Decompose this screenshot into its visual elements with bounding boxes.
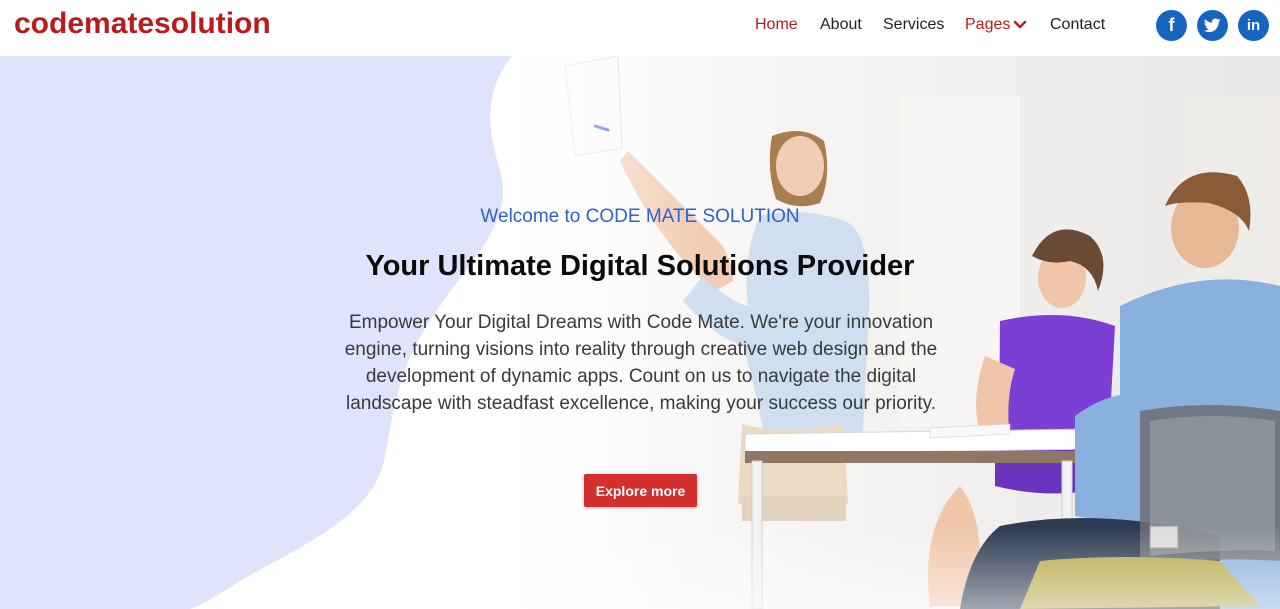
page: codematesolution Home About Services Pag… <box>0 0 1280 609</box>
hero-section: Welcome to CODE MATE SOLUTION Your Ultim… <box>0 56 1280 609</box>
navbar: codematesolution Home About Services Pag… <box>0 0 1280 56</box>
nav-item-pages[interactable]: Pages <box>965 16 1027 34</box>
twitter-icon[interactable] <box>1197 10 1228 41</box>
facebook-icon[interactable]: f <box>1156 10 1187 41</box>
linkedin-glyph: in <box>1246 17 1261 34</box>
brand-logo[interactable]: codematesolution <box>14 7 271 41</box>
linkedin-icon[interactable]: in <box>1238 10 1269 41</box>
nav-item-services[interactable]: Services <box>883 16 944 34</box>
hero-description: Empower Your Digital Dreams with Code Ma… <box>344 312 938 414</box>
explore-more-button[interactable]: Explore more <box>584 474 697 507</box>
twitter-bird-glyph <box>1204 18 1221 33</box>
hero-content: Welcome to CODE MATE SOLUTION Your Ultim… <box>0 56 1280 609</box>
nav-item-pages-label: Pages <box>965 16 1011 33</box>
facebook-glyph: f <box>1168 15 1175 35</box>
hero-headline: Your Ultimate Digital Solutions Provider <box>365 250 915 282</box>
hero-welcome: Welcome to CODE MATE SOLUTION <box>480 206 800 227</box>
chevron-down-icon <box>1014 20 1027 28</box>
nav-item-contact[interactable]: Contact <box>1050 16 1105 34</box>
nav-item-about[interactable]: About <box>820 16 862 34</box>
nav-item-home[interactable]: Home <box>755 16 798 34</box>
